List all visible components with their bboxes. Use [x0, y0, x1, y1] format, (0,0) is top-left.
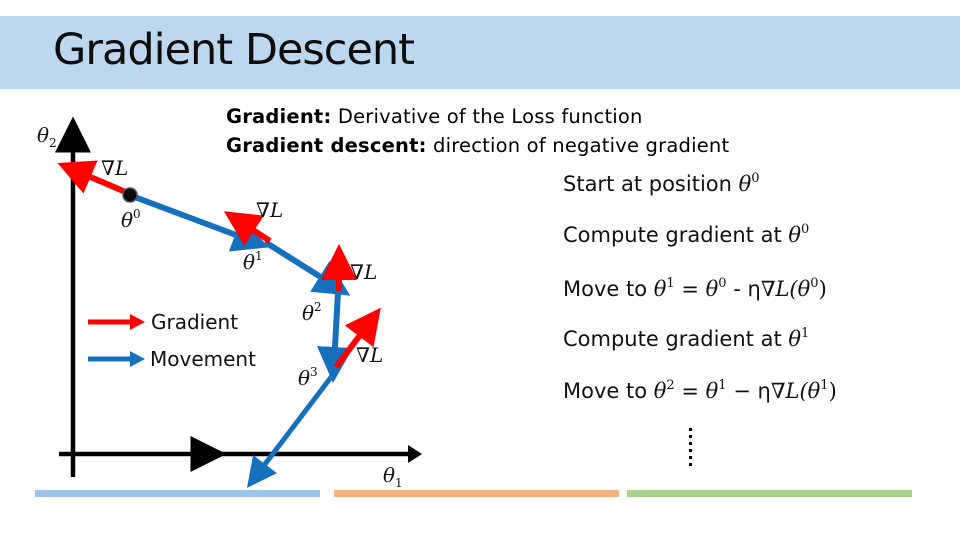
x-axis-label-symbol: θ: [383, 463, 396, 487]
step-math: θ0: [705, 276, 727, 301]
footer-bar-orange: [334, 490, 619, 497]
theta-index: 0: [751, 171, 760, 186]
point-sup: 1: [255, 249, 263, 263]
legend-movement-label: Movement: [150, 347, 256, 371]
step-move-2: Move to θ2 = θ1 − η∇L(θ1): [563, 378, 837, 403]
step-text: Start at position: [563, 172, 739, 196]
gradient-descent-diagram: [55, 116, 422, 488]
point-label-theta-3: θ3: [298, 365, 318, 390]
gradient-symbol: ∇L(θ: [760, 277, 811, 301]
gradient-symbol: ∇L(θ: [770, 379, 821, 403]
theta-index: 1: [801, 326, 810, 341]
step-math: θ0: [738, 171, 760, 196]
gradient-expr: ∇L(θ0): [760, 276, 827, 301]
gradient-expr: ∇L(θ1): [770, 378, 837, 403]
step-compute-gradient-0: Compute gradient at θ0: [563, 222, 809, 247]
theta-index: 0: [801, 222, 810, 237]
movement-arrow-3-4: [246, 366, 340, 488]
vertical-ellipsis-icon: [689, 428, 693, 470]
point-sup: 3: [310, 365, 318, 379]
equals: =: [674, 277, 706, 301]
movement-arrow-1-2: [263, 239, 351, 296]
legend-gradient-arrowhead: [130, 314, 145, 330]
operator: - η: [726, 277, 761, 301]
movement-arrow-2-3: [317, 291, 353, 383]
x-axis-label-sub: 1: [395, 476, 403, 490]
legend-movement-arrowhead: [130, 351, 145, 367]
point-label-theta-2: θ2: [302, 300, 322, 325]
point-symbol: θ: [298, 366, 311, 390]
theta-index: 1: [820, 378, 829, 393]
point-label-theta-1: θ1: [243, 249, 263, 274]
x-axis-arrowhead: [408, 445, 422, 463]
step-move-1: Move to θ1 = θ0 - η∇L(θ0): [563, 276, 827, 301]
footer-bar-blue: [35, 490, 320, 497]
footer-bar-green: [627, 490, 912, 497]
legend-gradient-label: Gradient: [151, 310, 239, 334]
theta-symbol: θ: [705, 277, 719, 301]
point-label-theta-0: θ0: [121, 207, 141, 232]
step-text: Move to: [563, 379, 654, 403]
theta-index: 0: [718, 276, 727, 291]
point-symbol: θ: [121, 208, 134, 232]
step-math: θ1: [788, 326, 810, 351]
point-sup: 2: [314, 300, 322, 314]
theta-symbol: θ: [738, 172, 752, 196]
point-sup: 0: [133, 207, 141, 221]
operator: − η: [726, 379, 771, 403]
theta-symbol: θ: [705, 379, 719, 403]
y-axis-label-symbol: θ: [37, 123, 50, 147]
gradient-label-0: ∇L: [101, 156, 129, 180]
theta-symbol: θ: [653, 379, 667, 403]
step-math: θ2: [653, 378, 675, 403]
theta-index: 2: [666, 378, 675, 393]
theta-symbol: θ: [653, 277, 667, 301]
theta-index: 1: [718, 378, 727, 393]
step-text: Compute gradient at: [563, 223, 789, 247]
step-math: θ1: [705, 378, 727, 403]
point-symbol: θ: [302, 301, 315, 325]
y-axis-label: θ2: [37, 123, 57, 150]
gradient-label-3: ∇L: [356, 343, 384, 367]
step-start: Start at position θ0: [563, 171, 760, 196]
theta-symbol: θ: [788, 327, 802, 351]
step-text: Compute gradient at: [563, 327, 789, 351]
movement-arrow-0-1: [130, 193, 269, 252]
y-axis-label-sub: 2: [49, 136, 57, 150]
x-axis-label: θ1: [383, 463, 403, 490]
close-paren: ): [818, 277, 827, 301]
step-text: Move to: [563, 277, 654, 301]
step-math: θ0: [788, 222, 810, 247]
point-symbol: θ: [243, 250, 256, 274]
step-math: θ1: [653, 276, 675, 301]
theta-index: 0: [810, 276, 819, 291]
close-paren: ): [828, 379, 837, 403]
gradient-label-2: ∇L: [350, 260, 378, 284]
equals: =: [674, 379, 706, 403]
start-point-marker: [122, 187, 138, 203]
theta-index: 1: [666, 276, 675, 291]
theta-symbol: θ: [788, 223, 802, 247]
gradient-label-1: ∇L: [256, 198, 284, 222]
step-compute-gradient-1: Compute gradient at θ1: [563, 326, 809, 351]
